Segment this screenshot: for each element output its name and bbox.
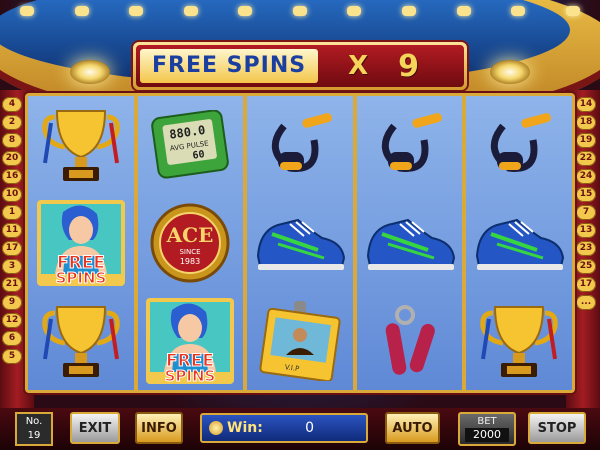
spotlight-left: [52, 52, 122, 92]
right-payline-number: 15: [576, 187, 596, 202]
sneaker-symbol: [357, 194, 463, 292]
left-payline-number: 16: [2, 169, 22, 184]
bet-value: 2000: [465, 428, 509, 442]
bet-button[interactable]: BET 2000: [458, 412, 516, 446]
svg-text:60: 60: [192, 149, 205, 162]
reel-2: 880.0 AVG PULSE 60 ACE SINCE 1983 FREE S…: [137, 96, 244, 390]
hand-grip-symbol: [357, 292, 463, 390]
payline-numbers-left: 4 2 8 20 16 10 1 11 17 3 21 9 12 6 5: [2, 97, 24, 367]
right-payline-number: 23: [576, 241, 596, 256]
coin-icon: [209, 421, 223, 435]
exit-button[interactable]: EXIT: [70, 412, 120, 444]
left-payline-number: 4: [2, 97, 22, 112]
right-payline-number: 18: [576, 115, 596, 130]
sneaker-symbol: [466, 194, 572, 292]
left-payline-number: 17: [2, 241, 22, 256]
left-payline-number: 10: [2, 187, 22, 202]
free-spins-count: 9: [398, 48, 420, 84]
left-payline-number: 6: [2, 331, 22, 346]
right-payline-number: 24: [576, 169, 596, 184]
left-payline-number: 21: [2, 277, 22, 292]
reel-grid: FREE SPINS 880.0 AVG PULSE 60 ACE SINCE …: [28, 96, 572, 390]
machine-number-box: No. 19: [15, 412, 53, 446]
right-payline-number: ...: [576, 295, 596, 310]
win-label: Win:: [227, 420, 263, 436]
left-payline-number: 12: [2, 313, 22, 328]
left-payline-number: 20: [2, 151, 22, 166]
auto-button[interactable]: AUTO: [385, 412, 440, 444]
free-spins-banner: FREE SPINS X 9: [133, 42, 467, 90]
jump-rope-symbol: [357, 96, 463, 194]
right-payline-number: 13: [576, 223, 596, 238]
spotlight-right: [478, 52, 548, 92]
left-payline-number: 5: [2, 349, 22, 364]
light-bulbs: [0, 0, 600, 30]
info-button[interactable]: INFO: [135, 412, 183, 444]
trophy-symbol: [466, 292, 572, 390]
reel-1: FREE SPINS: [28, 96, 134, 390]
left-payline-number: 11: [2, 223, 22, 238]
right-payline-number: 22: [576, 151, 596, 166]
stop-button[interactable]: STOP: [528, 412, 586, 444]
svg-text:ACE: ACE: [166, 223, 214, 247]
left-payline-number: 3: [2, 259, 22, 274]
reel-3: V.I.P: [247, 96, 353, 390]
slot-machine-screen: FREE SPINS X 9 4 2 8 20 16 10 1 11 17 3 21 9 12 6 5 14…: [0, 0, 600, 450]
jump-rope-symbol: [466, 96, 572, 194]
free-spins-label: FREE SPINS: [140, 49, 319, 83]
svg-text:SPINS: SPINS: [55, 269, 106, 287]
reel-frame: FREE SPINS 880.0 AVG PULSE 60 ACE SINCE …: [25, 93, 575, 393]
free-spins-woman-symbol: FREE SPINS: [28, 194, 134, 292]
reel-5: [466, 96, 572, 390]
left-payline-number: 1: [2, 205, 22, 220]
pulse-meter-symbol: 880.0 AVG PULSE 60: [138, 96, 244, 194]
machine-number-value: 19: [27, 430, 41, 441]
right-payline-number: 19: [576, 133, 596, 148]
control-bar: No. 19 EXIT INFO Win: 0 AUTO BET 2000 ST…: [0, 408, 600, 450]
jump-rope-symbol: [247, 96, 353, 194]
reel-4: [356, 96, 463, 390]
payline-numbers-right: 14 18 19 22 24 15 7 13 23 25 17...: [576, 97, 598, 313]
left-payline-number: 8: [2, 133, 22, 148]
multiplier-sign: X: [348, 51, 369, 81]
win-value: 0: [305, 420, 314, 436]
bet-label: BET: [477, 416, 497, 427]
right-payline-number: 25: [576, 259, 596, 274]
left-payline-number: 2: [2, 115, 22, 130]
svg-text:SPINS: SPINS: [165, 367, 216, 385]
right-payline-number: 7: [576, 205, 596, 220]
sneaker-symbol: [247, 194, 353, 292]
trophy-symbol: [28, 292, 134, 390]
ace-badge-symbol: ACE SINCE 1983: [138, 194, 244, 292]
right-payline-number: 17: [576, 277, 596, 292]
free-spins-woman-symbol: FREE SPINS: [138, 292, 244, 390]
right-payline-number: 14: [576, 97, 596, 112]
trophy-symbol: [28, 96, 134, 194]
left-payline-number: 9: [2, 295, 22, 310]
svg-text:SINCE: SINCE: [180, 248, 201, 256]
vip-badge-symbol: V.I.P: [247, 292, 353, 390]
machine-number-label: No.: [25, 416, 43, 427]
win-display: Win: 0: [200, 413, 368, 443]
